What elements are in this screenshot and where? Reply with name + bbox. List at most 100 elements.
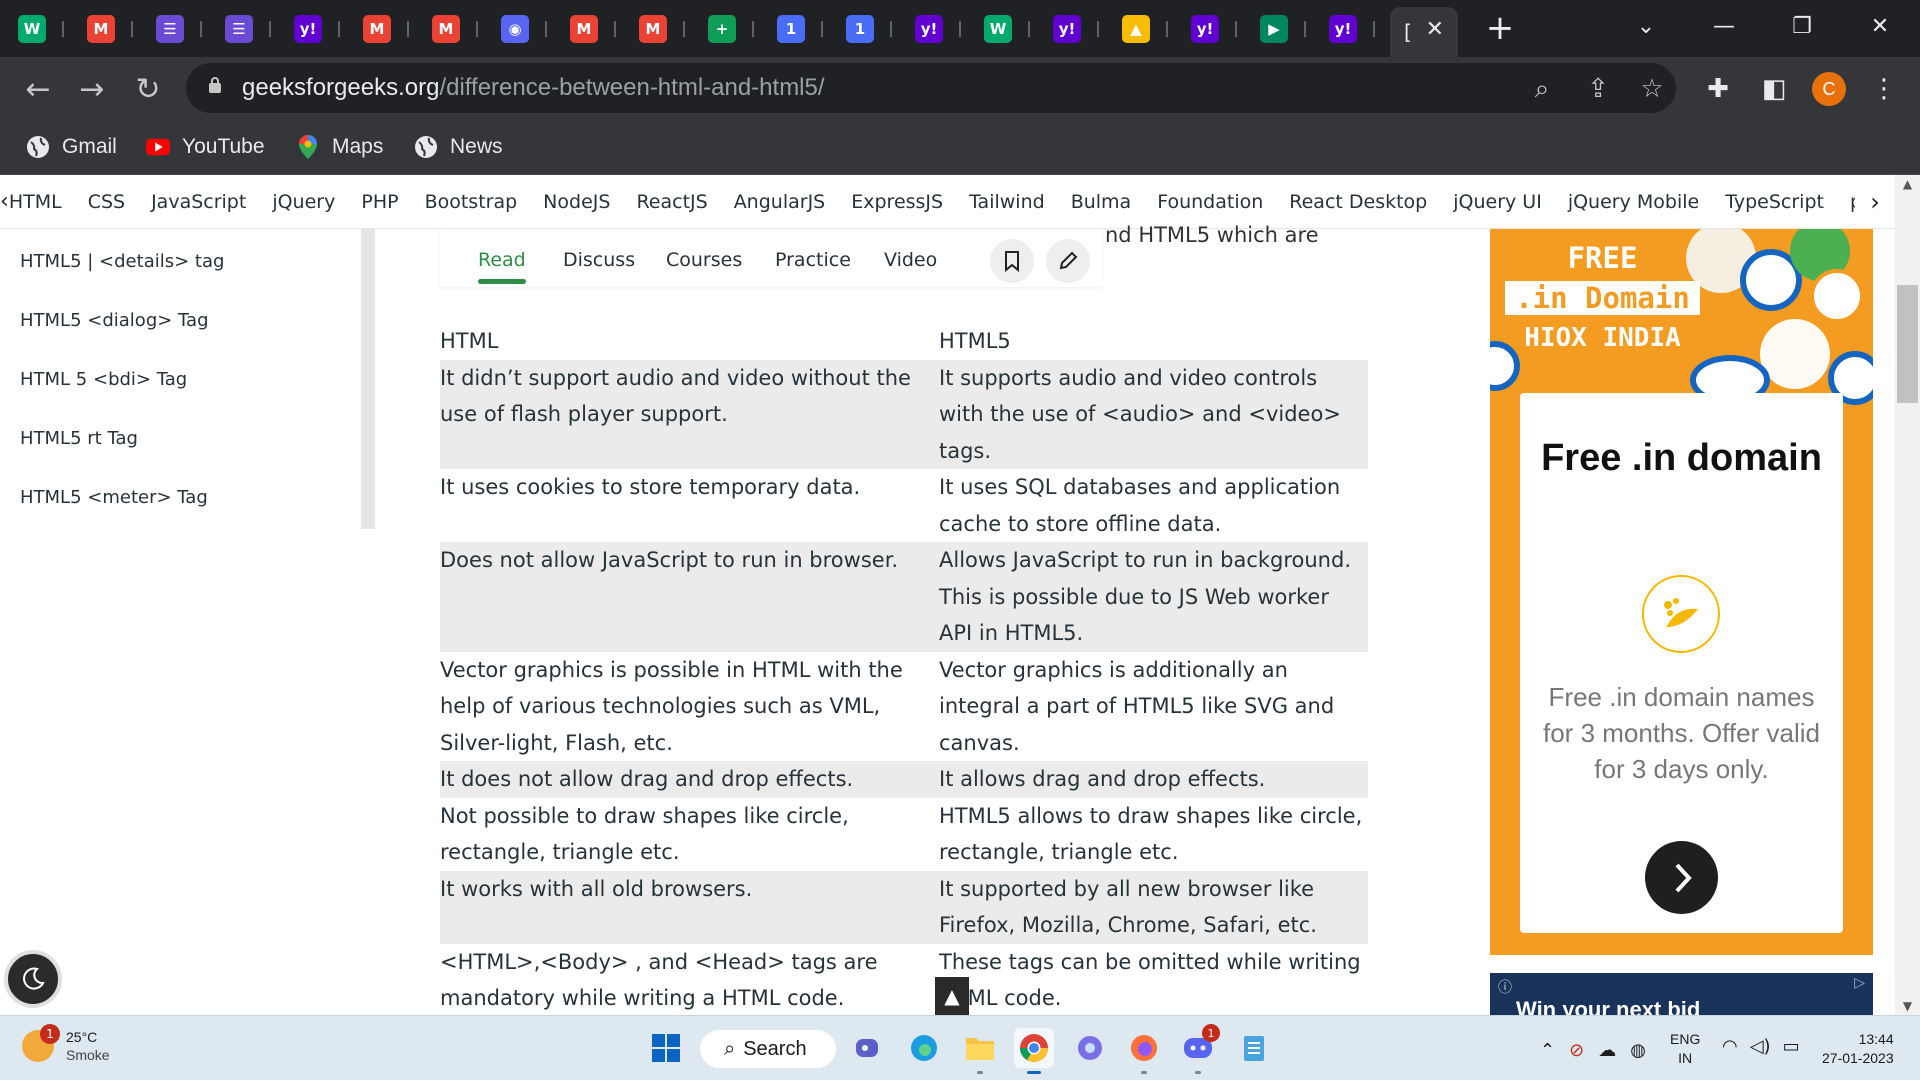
- browser-tab[interactable]: 1: [828, 11, 894, 47]
- dark-mode-toggle[interactable]: [4, 950, 62, 1008]
- vpn-icon[interactable]: ◍: [1630, 1040, 1646, 1061]
- browser-tab[interactable]: +: [690, 11, 756, 47]
- sidebar-item[interactable]: HTML5 | <details> tag: [20, 251, 224, 272]
- browser-tab[interactable]: M: [414, 11, 480, 47]
- topnav-link[interactable]: ExpressJS: [851, 191, 943, 213]
- forward-button[interactable]: →: [70, 67, 114, 111]
- bookmark-star-icon[interactable]: ☆: [1636, 73, 1668, 105]
- firefox-icon[interactable]: [1124, 1028, 1164, 1074]
- tab-video[interactable]: Video: [884, 249, 937, 271]
- topnav-link[interactable]: ReactJS: [636, 191, 707, 213]
- extensions-icon[interactable]: ✚: [1700, 71, 1736, 107]
- scroll-up-arrow[interactable]: ▲: [1895, 177, 1920, 191]
- ad-next-button[interactable]: [1645, 841, 1718, 914]
- teams-chat-icon[interactable]: [848, 1028, 888, 1068]
- bookmark-button[interactable]: [990, 239, 1034, 283]
- notepad-icon[interactable]: [1234, 1028, 1274, 1068]
- chevron-right-icon[interactable]: ›: [1855, 175, 1895, 228]
- bookmark-maps[interactable]: Maps: [296, 131, 383, 163]
- maximize-button[interactable]: ❐: [1780, 6, 1824, 46]
- reload-button[interactable]: ↻: [126, 67, 170, 111]
- address-bar[interactable]: geeksforgeeks.org/difference-between-htm…: [186, 63, 1676, 113]
- ad-card[interactable]: Free .in domain Free .in domain names fo…: [1520, 393, 1843, 933]
- chevron-up-icon[interactable]: ⌃: [1540, 1040, 1555, 1061]
- language-indicator[interactable]: ENG IN: [1670, 1030, 1700, 1068]
- network-alert-icon[interactable]: ⊘: [1569, 1040, 1584, 1061]
- copilot-icon[interactable]: [1070, 1028, 1110, 1068]
- scroll-down-arrow[interactable]: ▼: [1895, 999, 1920, 1013]
- topnav-link[interactable]: TypeScript: [1725, 191, 1824, 213]
- tab-practice[interactable]: Practice: [775, 249, 851, 271]
- topnav-link[interactable]: NodeJS: [543, 191, 610, 213]
- start-button[interactable]: [646, 1028, 686, 1068]
- browser-tab[interactable]: y!: [897, 11, 963, 47]
- tab-discuss[interactable]: Discuss: [563, 249, 635, 271]
- advertisement[interactable]: ⓘ ▷ Win your next bid: [1490, 973, 1873, 1015]
- new-tab-button[interactable]: +: [1480, 8, 1520, 48]
- discord-icon[interactable]: 1: [1178, 1024, 1220, 1074]
- weather-widget[interactable]: 1 25°C Smoke: [22, 1024, 110, 1064]
- browser-tab[interactable]: W: [966, 11, 1032, 47]
- back-button[interactable]: ←: [16, 67, 60, 111]
- topnav-link[interactable]: jQuery UI: [1453, 191, 1542, 213]
- page-scrollbar[interactable]: ▲ ▼: [1895, 175, 1920, 1015]
- topnav-link[interactable]: CSS: [88, 191, 125, 213]
- share-icon[interactable]: ⇪: [1582, 73, 1614, 105]
- scroll-to-top-button[interactable]: ▲: [935, 977, 969, 1015]
- bookmark-youtube[interactable]: YouTube: [146, 131, 265, 163]
- browser-tab[interactable]: y!: [1173, 11, 1239, 47]
- browser-tab[interactable]: M: [621, 11, 687, 47]
- topnav-link[interactable]: Bootstrap: [425, 191, 518, 213]
- menu-icon[interactable]: ⋮: [1866, 71, 1902, 107]
- tab-read[interactable]: Read: [478, 249, 526, 271]
- edge-icon[interactable]: [904, 1028, 944, 1068]
- topnav-link[interactable]: Tailwind: [969, 191, 1045, 213]
- zoom-icon[interactable]: ⌕: [1526, 73, 1558, 105]
- browser-tab[interactable]: 1: [759, 11, 825, 47]
- file-explorer-icon[interactable]: [960, 1028, 1000, 1074]
- topnav-link[interactable]: jQuery Mobile: [1568, 191, 1699, 213]
- bookmark-gmail[interactable]: Gmail: [26, 131, 117, 163]
- browser-tab[interactable]: ◉: [483, 11, 549, 47]
- chrome-icon[interactable]: [1014, 1028, 1054, 1074]
- scrollbar-thumb[interactable]: [1897, 285, 1918, 403]
- topnav-link[interactable]: PHP: [361, 191, 398, 213]
- topnav-link[interactable]: Bulma: [1071, 191, 1132, 213]
- advertisement[interactable]: FREE .in Domain HIOX INDIA Free .in doma…: [1490, 229, 1873, 955]
- tab-courses[interactable]: Courses: [666, 249, 742, 271]
- onedrive-icon[interactable]: ☁: [1598, 1040, 1616, 1061]
- chevron-left-icon[interactable]: ‹: [0, 189, 9, 214]
- browser-tab[interactable]: W: [0, 11, 66, 47]
- active-tab[interactable]: [ ✕: [1390, 7, 1458, 57]
- topnav-link[interactable]: Foundation: [1157, 191, 1263, 213]
- adchoices-icon[interactable]: ⓘ: [1498, 977, 1512, 997]
- browser-tab[interactable]: M: [69, 11, 135, 47]
- browser-tab[interactable]: ▲: [1104, 11, 1170, 47]
- topnav-link[interactable]: JavaScript: [151, 191, 246, 213]
- topnav-link[interactable]: AngularJS: [734, 191, 826, 213]
- browser-tab[interactable]: ▶: [1242, 11, 1308, 47]
- sidebar-item[interactable]: HTML5 <dialog> Tag: [20, 310, 209, 331]
- edit-button[interactable]: [1046, 239, 1090, 283]
- browser-tab[interactable]: y!: [1035, 11, 1101, 47]
- browser-tab[interactable]: y!: [276, 11, 342, 47]
- browser-tab[interactable]: y!: [1311, 11, 1377, 47]
- sidebar-scrollbar[interactable]: [361, 229, 375, 529]
- side-panel-icon[interactable]: ◧: [1756, 71, 1792, 107]
- topnav-link[interactable]: HTML: [9, 191, 62, 213]
- topnav-link[interactable]: jQuery: [272, 191, 335, 213]
- topnav-link[interactable]: React Desktop: [1289, 191, 1427, 213]
- browser-tab[interactable]: M: [345, 11, 411, 47]
- close-tab-icon[interactable]: ✕: [1426, 17, 1444, 42]
- sidebar-item[interactable]: HTML5 rt Tag: [20, 428, 138, 449]
- browser-tab[interactable]: ☰: [138, 11, 204, 47]
- browser-tab[interactable]: ☰: [207, 11, 273, 47]
- browser-tab[interactable]: M: [552, 11, 618, 47]
- taskbar-search[interactable]: ⌕ Search: [700, 1030, 836, 1068]
- clock[interactable]: 13:44 27-01-2023: [1822, 1030, 1894, 1068]
- sidebar-item[interactable]: HTML 5 <bdi> Tag: [20, 369, 187, 390]
- profile-avatar[interactable]: C: [1812, 72, 1846, 106]
- sidebar-item[interactable]: HTML5 <meter> Tag: [20, 487, 208, 508]
- close-window-button[interactable]: ✕: [1858, 6, 1902, 46]
- bookmark-news[interactable]: News: [414, 131, 503, 163]
